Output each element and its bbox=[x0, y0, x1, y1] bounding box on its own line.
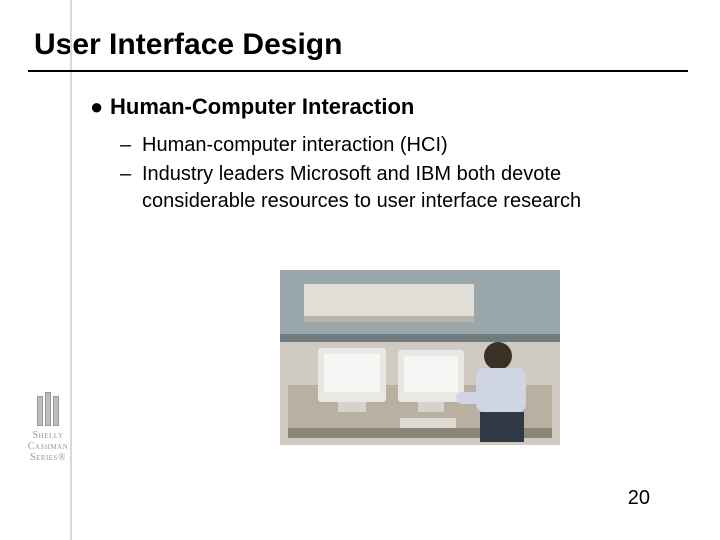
title-underline bbox=[28, 70, 688, 72]
sub-bullet-list: Human-computer interaction (HCI) Industr… bbox=[120, 132, 680, 215]
sub-bullet: Human-computer interaction (HCI) bbox=[120, 132, 680, 159]
brand-series: Series bbox=[30, 452, 58, 463]
slide: User Interface Design ●Human-Computer In… bbox=[0, 0, 720, 540]
main-bullet-label: Human-Computer Interaction bbox=[110, 94, 414, 119]
brand-line: Series® bbox=[24, 452, 72, 463]
main-bullet: ●Human-Computer Interaction bbox=[90, 94, 680, 120]
slide-title: User Interface Design bbox=[34, 28, 688, 61]
content-area: ●Human-Computer Interaction Human-comput… bbox=[90, 94, 680, 217]
brand-line: Cashman bbox=[24, 441, 72, 452]
sub-bullet: Industry leaders Microsoft and IBM both … bbox=[120, 161, 680, 215]
registered-mark: ® bbox=[58, 452, 66, 463]
workstation-photo-icon bbox=[280, 270, 560, 445]
bullet-marker: ● bbox=[90, 94, 110, 120]
page-number: 20 bbox=[628, 487, 650, 510]
publisher-brand: Shelly Cashman Series® bbox=[24, 390, 72, 500]
books-icon bbox=[31, 390, 65, 426]
slide-figure bbox=[280, 270, 560, 445]
brand-line: Shelly bbox=[24, 430, 72, 441]
